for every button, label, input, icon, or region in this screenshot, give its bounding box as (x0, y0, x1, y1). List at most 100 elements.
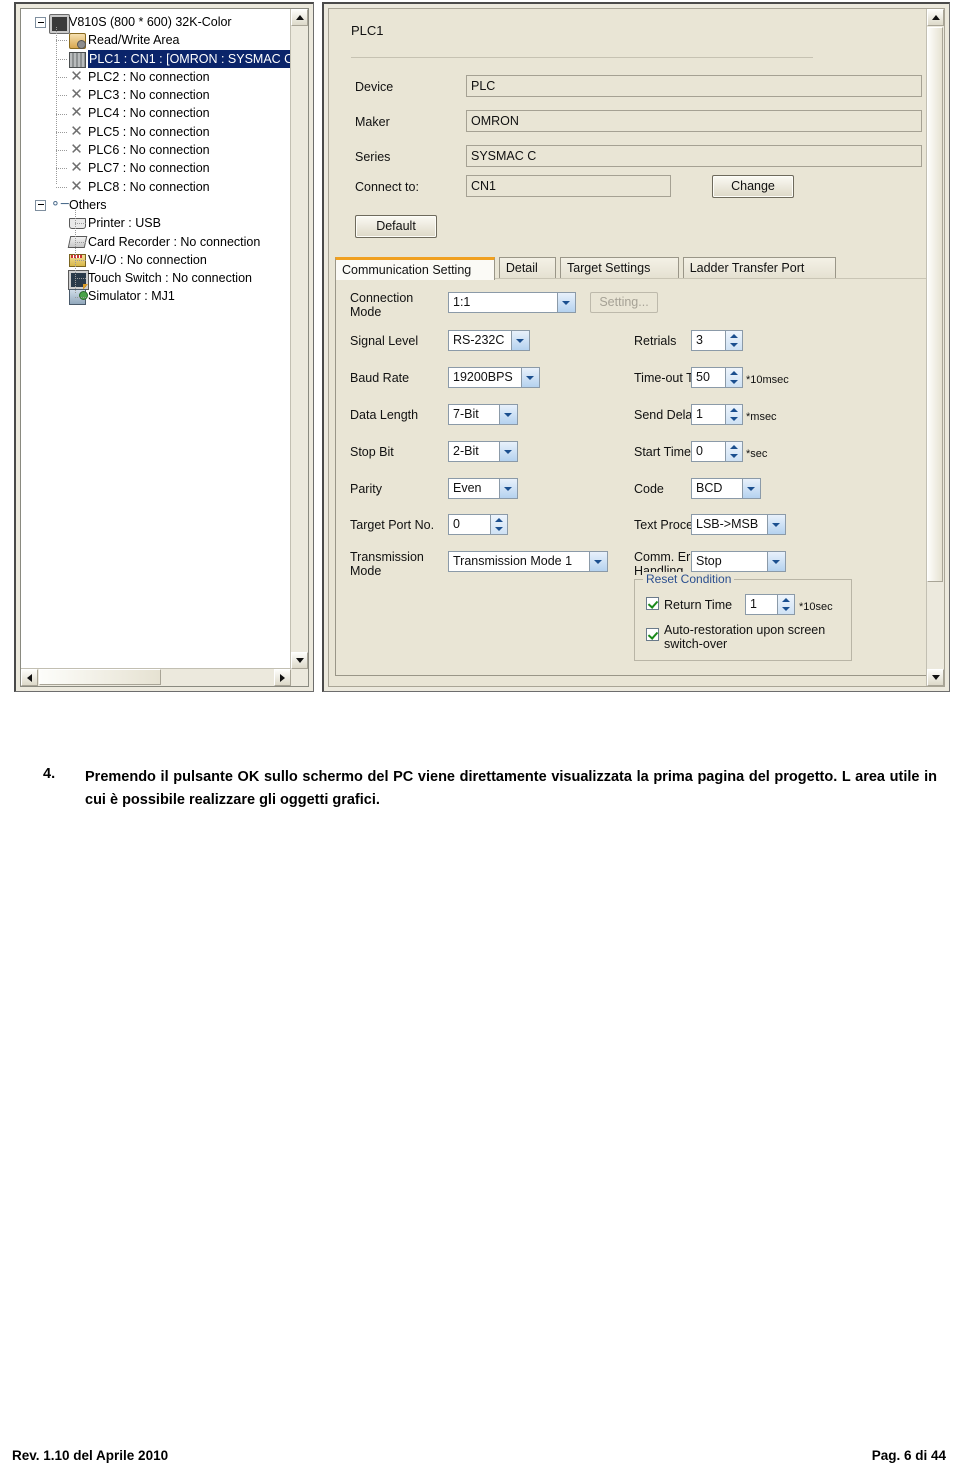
chevron-down-icon (932, 675, 940, 680)
signal-level-dropdown[interactable]: RS-232C (448, 330, 530, 351)
code-value: BCD (696, 481, 723, 495)
tree-item[interactable]: ⚬─ Others (23, 196, 291, 214)
tree-item[interactable]: V-I/O : No connection (23, 251, 291, 269)
tree-item-label: PLC5 : No connection (88, 124, 210, 139)
control-label: Data Length (350, 408, 419, 422)
field-value-connect-to[interactable]: CN1 (466, 175, 671, 197)
tree-item-label: PLC7 : No connection (88, 161, 210, 176)
tree-item-label: PLC4 : No connection (88, 106, 210, 121)
tree-horizontal-scroll-thumb[interactable] (39, 669, 161, 685)
target-port-no-stepper-icon[interactable] (490, 515, 507, 534)
chevron-right-icon (280, 674, 285, 682)
return-time-checkbox[interactable] (646, 597, 659, 610)
device-tree-pane: V810S (800 * 600) 32K-Color Read/Write Ar… (14, 2, 314, 692)
chevron-down-icon[interactable] (767, 515, 785, 534)
tree-item-label: PLC3 : No connection (88, 88, 210, 103)
auto-restoration-label: Auto-restoration upon screen switch-over (664, 623, 826, 651)
tab-target-settings[interactable]: Target Settings (559, 257, 679, 279)
field-value-series[interactable]: SYSMAC C (466, 145, 922, 167)
time-out-time-unit: *10msec (746, 374, 789, 386)
tree-item-label: PLC6 : No connection (88, 143, 210, 158)
target-port-no-spinner[interactable]: 0 (448, 514, 508, 535)
tree-horizontal-scrollbar[interactable] (21, 668, 291, 686)
change-button[interactable]: Change (712, 175, 794, 198)
code-dropdown[interactable]: BCD (691, 478, 761, 499)
chevron-down-icon[interactable] (499, 442, 517, 461)
tree-item-label: Simulator : MJ1 (88, 289, 175, 304)
tree-scroll-right-button[interactable] (274, 669, 291, 686)
tree-guide-line (75, 296, 87, 298)
parity-dropdown[interactable]: Even (448, 478, 518, 499)
tree-item[interactable]: Card Recorder : No connection (23, 233, 291, 251)
signal-level-value: RS-232C (453, 333, 505, 347)
tree-item[interactable]: Simulator : MJ1 (23, 287, 291, 306)
send-delay-time-stepper-icon[interactable] (725, 405, 742, 424)
control-label: Signal Level (350, 334, 419, 348)
default-button[interactable]: Default (355, 215, 437, 238)
chevron-down-icon[interactable] (499, 405, 517, 424)
tree-vertical-scrollbar[interactable] (290, 9, 308, 669)
settings-tabstrip[interactable]: Communication Setting Detail Target Settin… (335, 257, 927, 280)
chevron-down-icon[interactable] (521, 368, 539, 387)
tree-item-label: V810S (800 * 600) 32K-Color (69, 15, 232, 29)
tree-expander-icon[interactable] (35, 17, 46, 28)
form-scroll-down-button[interactable] (927, 669, 944, 686)
field-value-maker[interactable]: OMRON (466, 110, 922, 132)
chevron-down-icon[interactable] (589, 552, 607, 571)
tree-guide-line (56, 95, 68, 97)
baud-rate-dropdown[interactable]: 19200BPS (448, 367, 540, 388)
tab-communication-setting[interactable]: Communication Setting (335, 257, 495, 280)
chevron-down-icon[interactable] (499, 479, 517, 498)
tree-scroll-down-button[interactable] (291, 652, 308, 669)
no-connection-icon: ✕ (70, 85, 83, 104)
form-vertical-scrollbar[interactable] (926, 9, 944, 686)
retrials-stepper-icon[interactable] (725, 331, 742, 350)
tree-guide-line (56, 131, 68, 133)
auto-restoration-checkbox[interactable] (646, 628, 659, 641)
field-value-device[interactable]: PLC (466, 75, 922, 97)
setting-button[interactable]: Setting... (590, 292, 658, 313)
return-time-stepper-icon[interactable] (777, 595, 794, 614)
form-scroll-thumb[interactable] (927, 27, 943, 582)
text-process-dropdown[interactable]: LSB->MSB (691, 514, 786, 535)
data-length-dropdown[interactable]: 7-Bit (448, 404, 518, 425)
chevron-left-icon (27, 674, 32, 682)
tree-expander-icon[interactable] (35, 199, 46, 211)
time-out-time-stepper-icon[interactable] (725, 368, 742, 387)
start-time-spinner[interactable]: 0 (691, 441, 743, 462)
stop-bit-dropdown[interactable]: 2-Bit (448, 441, 518, 462)
return-time-unit: *10sec (799, 601, 833, 613)
control-label: Start Time (634, 445, 691, 459)
tab-detail[interactable]: Detail (498, 257, 556, 279)
form-scroll-up-button[interactable] (927, 9, 944, 26)
footer-page-number: Pag. 6 di 44 (871, 1448, 946, 1463)
retrials-spinner[interactable]: 3 (691, 330, 743, 351)
tree-scroll-up-button[interactable] (291, 9, 308, 26)
field-label: Series (355, 150, 391, 164)
return-time-spinner[interactable]: 1 (745, 594, 795, 615)
device-tree[interactable]: V810S (800 * 600) 32K-Color Read/Write Ar… (20, 8, 309, 687)
tree-item[interactable]: Printer : USB (23, 214, 291, 232)
tree-item[interactable]: V810S (800 * 600) 32K-Color (23, 13, 291, 33)
control-label: Retrials (634, 334, 677, 348)
comm-error-handling-dropdown[interactable]: Stop (691, 551, 786, 572)
connection-mode-dropdown[interactable]: 1:1 (448, 292, 576, 313)
send-delay-time-spinner[interactable]: 1 (691, 404, 743, 425)
time-out-time-spinner[interactable]: 50 (691, 367, 743, 388)
tree-scroll-left-button[interactable] (21, 669, 38, 686)
control-label: Parity (350, 482, 382, 496)
no-connection-icon: ✕ (70, 140, 83, 159)
chevron-down-icon[interactable] (511, 331, 529, 350)
transmission-mode-dropdown[interactable]: Transmission Mode 1 (448, 551, 608, 572)
chevron-up-icon (932, 15, 940, 20)
transmission-mode-value: Transmission Mode 1 (453, 554, 573, 568)
chevron-down-icon[interactable] (557, 293, 575, 312)
plc-settings-body: PLC1 Device PLC Maker OMRON Series SYSMAC C Co… (329, 9, 927, 686)
tab-ladder-transfer-port[interactable]: Ladder Transfer Port (682, 257, 836, 279)
chevron-down-icon[interactable] (742, 479, 760, 498)
tree-guide-line (56, 186, 68, 188)
chevron-down-icon[interactable] (767, 552, 785, 571)
start-time-stepper-icon[interactable] (725, 442, 742, 461)
baud-rate-value: 19200BPS (453, 370, 513, 384)
tree-item[interactable]: Touch Switch : No connection (23, 269, 291, 291)
